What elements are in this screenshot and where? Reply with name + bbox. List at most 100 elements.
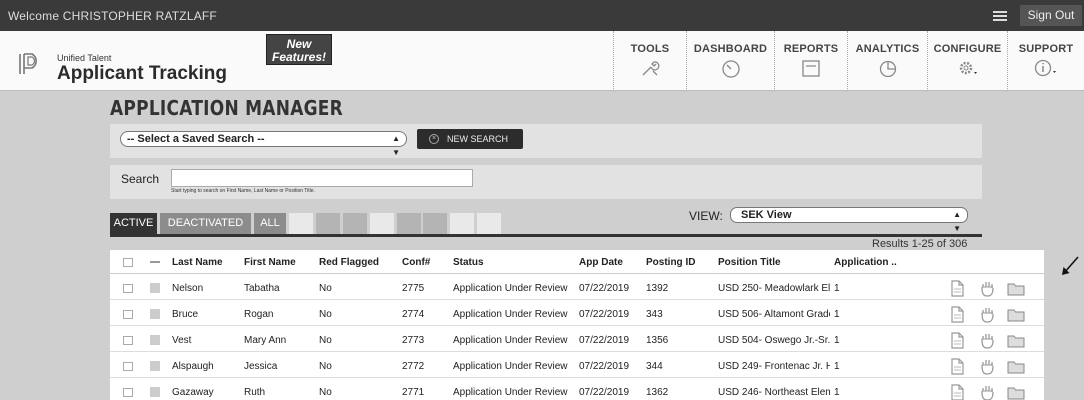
nav-analytics-label: ANALYTICS xyxy=(855,43,920,55)
view-select[interactable]: SEK View ▲ ▼ xyxy=(730,207,968,233)
new-search-button[interactable]: × NEW SEARCH xyxy=(417,129,523,149)
row-checkbox[interactable] xyxy=(123,362,133,371)
folder-icon[interactable] xyxy=(1005,383,1027,400)
document-icon[interactable] xyxy=(948,305,966,323)
powerschool-logo-icon xyxy=(19,53,37,74)
nav-reports[interactable]: REPORTS xyxy=(774,31,847,91)
hand-stop-icon[interactable] xyxy=(978,357,996,375)
posting-id-cell: 1356 xyxy=(646,335,669,346)
nav-tools-label: TOOLS xyxy=(630,43,670,55)
wrench-icon xyxy=(642,61,660,76)
view-label: VIEW: xyxy=(689,209,723,223)
position-title-cell: USD 506- Altamont Grade ... xyxy=(718,309,830,320)
gear-icon xyxy=(959,61,977,75)
tab-all[interactable]: ALL xyxy=(254,213,286,234)
column-header[interactable]: Status xyxy=(453,257,575,268)
nav-dashboard[interactable]: DASHBOARD xyxy=(686,31,774,91)
select-all-checkbox[interactable] xyxy=(123,258,133,267)
page-title: APPLICATION MANAGER xyxy=(110,96,344,120)
flag-column-icon xyxy=(150,261,160,263)
folder-icon[interactable] xyxy=(1005,331,1027,349)
hamburger-menu-icon[interactable] xyxy=(993,11,1007,21)
app-date-cell: 07/22/2019 xyxy=(579,335,630,346)
document-icon[interactable] xyxy=(948,331,966,349)
flag-icon[interactable] xyxy=(150,309,160,319)
hand-stop-icon[interactable] xyxy=(978,279,996,297)
hand-stop-icon[interactable] xyxy=(978,383,996,400)
select-arrows-icon: ▲ ▼ xyxy=(953,210,961,233)
row-checkbox[interactable] xyxy=(123,310,133,319)
last-name-cell[interactable]: Bruce xyxy=(172,309,242,320)
flag-icon[interactable] xyxy=(150,361,160,371)
folder-icon[interactable] xyxy=(1005,279,1027,297)
status-cell: Application Under Review xyxy=(453,387,568,398)
red-flagged-cell: No xyxy=(319,387,332,398)
posting-id-cell: 344 xyxy=(646,361,663,372)
application-count-cell: 1 xyxy=(834,335,840,346)
new-features-button[interactable]: New Features! xyxy=(266,34,332,65)
table-row[interactable]: Alspaugh Jessica No 2772 Application Under R… xyxy=(110,354,1044,378)
nav-analytics[interactable]: ANALYTICS xyxy=(847,31,927,91)
application-count-cell: 1 xyxy=(834,387,840,398)
table-row[interactable]: Vest Mary Ann No 2773 Application Under Revi… xyxy=(110,328,1044,352)
table-row[interactable]: Bruce Rogan No 2774 Application Under Review… xyxy=(110,302,1044,326)
table-row[interactable]: Nelson Tabatha No 2775 Application Under Rev… xyxy=(110,276,1044,300)
view-selected: SEK View xyxy=(741,209,792,221)
tab-empty xyxy=(370,213,394,234)
annotation-arrow-icon xyxy=(1062,256,1079,275)
position-title-cell: USD 246- Northeast Elem I... xyxy=(718,387,830,398)
flag-icon[interactable] xyxy=(150,387,160,397)
last-name-cell[interactable]: Vest xyxy=(172,335,242,346)
tab-empty xyxy=(450,213,474,234)
status-cell: Application Under Review xyxy=(453,309,568,320)
row-checkbox[interactable] xyxy=(123,284,133,293)
nav-tools[interactable]: TOOLS xyxy=(613,31,686,91)
saved-search-select[interactable]: -- Select a Saved Search -- ▲ ▼ xyxy=(120,131,407,157)
top-bar: Welcome CHRISTOPHER RATZLAFF Sign Out xyxy=(0,0,1084,31)
tab-empty xyxy=(423,213,447,234)
last-name-cell[interactable]: Nelson xyxy=(172,283,242,294)
tab-empty xyxy=(343,213,367,234)
first-name-cell: Mary Ann xyxy=(244,335,287,346)
results-count: Results 1-25 of 306 xyxy=(872,238,968,250)
column-header[interactable]: Conf# xyxy=(402,257,446,268)
app-date-cell: 07/22/2019 xyxy=(579,309,630,320)
new-search-label: NEW SEARCH xyxy=(447,134,509,144)
column-header[interactable]: Posting ID xyxy=(646,257,712,268)
column-header[interactable]: First Name xyxy=(244,257,316,268)
document-icon[interactable] xyxy=(948,357,966,375)
nav-configure[interactable]: CONFIGURE xyxy=(927,31,1007,91)
tab-active[interactable]: ACTIVE xyxy=(110,213,157,234)
search-input[interactable] xyxy=(171,169,473,187)
conf-number-cell: 2775 xyxy=(402,283,425,294)
red-flagged-cell: No xyxy=(319,361,332,372)
document-icon[interactable] xyxy=(948,383,966,400)
flag-icon[interactable] xyxy=(150,283,160,293)
last-name-cell[interactable]: Gazaway xyxy=(172,387,242,398)
column-header[interactable]: Red Flagged xyxy=(319,257,399,268)
tab-empty xyxy=(397,213,421,234)
row-checkbox[interactable] xyxy=(123,336,133,345)
saved-search-panel: -- Select a Saved Search -- ▲ ▼ × NEW SEA… xyxy=(110,124,982,158)
select-arrows-icon: ▲ ▼ xyxy=(392,134,400,157)
flag-icon[interactable] xyxy=(150,335,160,345)
document-icon[interactable] xyxy=(948,279,966,297)
nav-support[interactable]: SUPPORT xyxy=(1007,31,1084,91)
folder-icon[interactable] xyxy=(1005,357,1027,375)
tab-deactivated[interactable]: DEACTIVATED xyxy=(160,213,251,234)
sign-out-button[interactable]: Sign Out xyxy=(1020,5,1082,26)
table-row[interactable]: Gazaway Ruth No 2771 Application Under Revie… xyxy=(110,380,1044,400)
app-date-cell: 07/22/2019 xyxy=(579,283,630,294)
column-header[interactable]: Position Title xyxy=(718,257,830,268)
hand-stop-icon[interactable] xyxy=(978,331,996,349)
column-header[interactable]: Last Name xyxy=(172,257,242,268)
column-header[interactable]: Application .. xyxy=(834,257,914,268)
status-cell: Application Under Review xyxy=(453,283,568,294)
saved-search-selected: -- Select a Saved Search -- xyxy=(127,133,265,145)
column-header[interactable]: App Date xyxy=(579,257,641,268)
row-checkbox[interactable] xyxy=(123,388,133,397)
hand-stop-icon[interactable] xyxy=(978,305,996,323)
last-name-cell[interactable]: Alspaugh xyxy=(172,361,242,372)
posting-id-cell: 1362 xyxy=(646,387,669,398)
folder-icon[interactable] xyxy=(1005,305,1027,323)
